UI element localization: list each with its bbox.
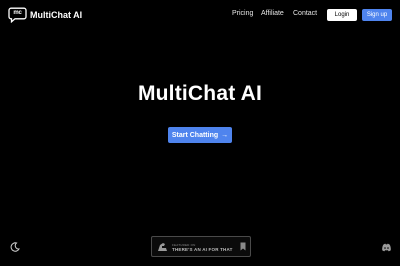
moon-icon[interactable] xyxy=(10,242,20,252)
arm-icon xyxy=(158,243,167,251)
login-button[interactable]: Login xyxy=(327,9,357,21)
bookmark-icon xyxy=(240,242,246,251)
logo-mark-text: mc xyxy=(13,10,22,16)
top-navbar: mc MultiChat AI Pricing Affiliate Contac… xyxy=(0,0,400,30)
nav-link-contact[interactable]: Contact xyxy=(293,10,317,17)
arrow-right-icon: → xyxy=(221,131,229,139)
nav-link-pricing[interactable]: Pricing xyxy=(232,10,253,17)
hero-title: MultiChat AI xyxy=(137,82,263,105)
brand-logo[interactable]: mc MultiChat AI xyxy=(8,7,83,23)
brand-name: MultiChat AI xyxy=(30,9,83,20)
featured-badge[interactable]: FEATURED ON THERE'S AN AI FOR THAT xyxy=(151,236,251,257)
chat-bubble-logo-icon: mc xyxy=(8,7,27,23)
signup-button[interactable]: Sign up xyxy=(362,9,392,21)
start-chatting-label: Start Chatting xyxy=(171,131,219,139)
badge-main-text: THERE'S AN AI FOR THAT xyxy=(172,247,233,252)
nav-link-affiliate[interactable]: Affiliate xyxy=(261,10,284,17)
start-chatting-button[interactable]: Start Chatting → xyxy=(168,127,232,143)
discord-icon[interactable] xyxy=(381,243,392,252)
